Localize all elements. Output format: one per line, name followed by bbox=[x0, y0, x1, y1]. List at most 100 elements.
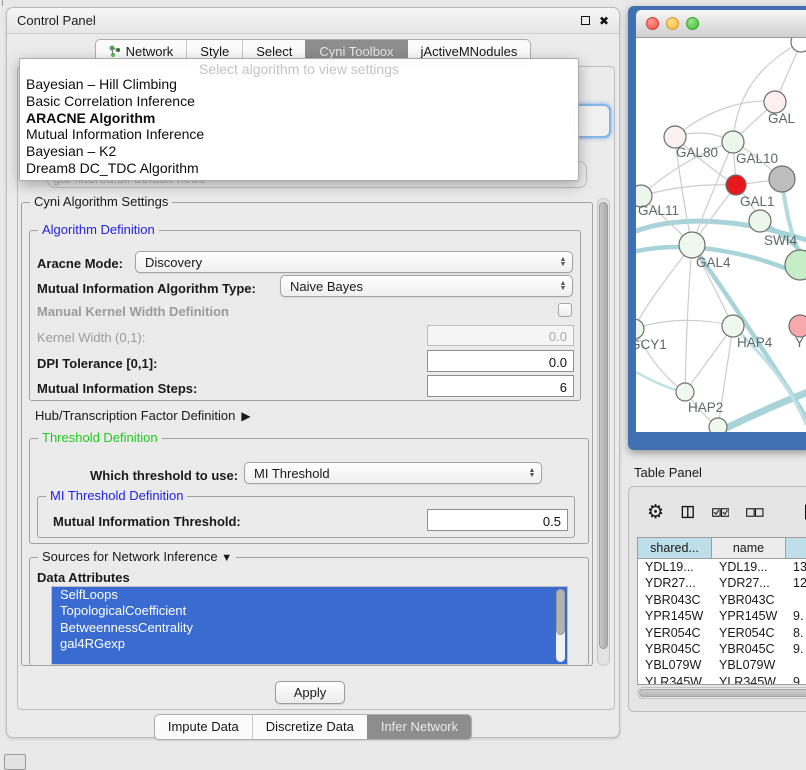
close-traffic-icon[interactable] bbox=[646, 17, 659, 30]
bottom-tab-discretize-data[interactable]: Discretize Data bbox=[252, 715, 367, 739]
tab-label: Network bbox=[126, 44, 174, 59]
network-edge[interactable] bbox=[636, 245, 692, 329]
mi-threshold-label: Mutual Information Threshold: bbox=[53, 514, 241, 529]
aracne-mode-combo[interactable]: Discovery ▲▼ bbox=[135, 251, 573, 273]
manual-kernel-checkbox[interactable] bbox=[558, 303, 572, 317]
node-hap2[interactable] bbox=[676, 383, 694, 401]
table-cell: YDL19... bbox=[712, 559, 786, 575]
attribute-item-selected[interactable]: BetweennessCentrality bbox=[52, 620, 567, 636]
algorithm-option[interactable]: ARACNE Algorithm bbox=[20, 110, 578, 127]
network-edge[interactable] bbox=[685, 245, 692, 392]
bottom-tab-bar: Impute Data Discretize Data Infer Network bbox=[7, 714, 619, 740]
clipped-corner-button[interactable] bbox=[4, 754, 26, 770]
table-cell: YDL19... bbox=[638, 559, 712, 575]
bottom-tab-infer-network[interactable]: Infer Network bbox=[367, 715, 471, 739]
attribute-item-selected[interactable]: TopologicalCoefficient bbox=[52, 603, 567, 619]
checked-checkboxes-icon[interactable] bbox=[712, 506, 730, 519]
attribute-item-selected[interactable]: gal4RGexp bbox=[52, 636, 567, 652]
settings-vertical-scrollbar[interactable] bbox=[597, 198, 610, 666]
node-top-partial[interactable] bbox=[791, 38, 806, 52]
column-header[interactable]: A bbox=[786, 538, 806, 558]
kernel-width-field bbox=[427, 325, 574, 346]
network-graph[interactable]: GALGAL80GAL10GAL1GAL11SWI4GAL4HAP4YGCY1H… bbox=[636, 38, 806, 432]
float-window-icon[interactable] bbox=[581, 16, 590, 25]
node-bottom-partial[interactable] bbox=[709, 418, 727, 432]
table-row[interactable]: YBR045CYBR045C9. bbox=[638, 641, 806, 657]
control-panel-window: Control Panel ✖ NetworkStyleSelectCyni T… bbox=[6, 7, 620, 738]
table-row[interactable]: YLR345WYLR345W9. bbox=[638, 674, 806, 685]
sources-title-text: Sources for Network Inference bbox=[42, 549, 218, 564]
node-gal80-label: GAL80 bbox=[676, 145, 718, 160]
mi-type-label: Mutual Information Algorithm Type: bbox=[37, 281, 256, 296]
which-threshold-combo[interactable]: MI Threshold ▲▼ bbox=[244, 462, 542, 484]
unchecked-checkboxes-icon[interactable] bbox=[746, 506, 764, 519]
scrollbar-thumb[interactable] bbox=[639, 689, 806, 697]
node-gray[interactable] bbox=[769, 166, 795, 192]
algorithm-option[interactable]: Dream8 DC_TDC Algorithm bbox=[20, 160, 578, 177]
dpi-tolerance-field[interactable] bbox=[427, 350, 574, 372]
which-threshold-value: MI Threshold bbox=[254, 466, 330, 481]
algorithm-option[interactable]: Mutual Information Inference bbox=[20, 126, 578, 143]
data-attributes-list[interactable]: SelfLoopsTopologicalCoefficientBetweenne… bbox=[51, 586, 568, 665]
network-edge[interactable] bbox=[675, 101, 775, 137]
tab-label: Discretize Data bbox=[266, 719, 354, 734]
node-pink-y[interactable] bbox=[789, 315, 806, 337]
table-cell: 8. bbox=[786, 625, 806, 641]
node-swi4[interactable] bbox=[749, 210, 771, 232]
table-cell: 9. bbox=[786, 674, 806, 685]
table-horizontal-scrollbar[interactable] bbox=[637, 687, 806, 699]
table-row[interactable]: YPR145WYPR145W9. bbox=[638, 608, 806, 624]
zoom-traffic-icon[interactable] bbox=[686, 17, 699, 30]
mi-type-combo[interactable]: Naive Bayes ▲▼ bbox=[280, 275, 573, 297]
table-row[interactable]: YDR27...YDR27...12 bbox=[638, 575, 806, 591]
network-edge[interactable] bbox=[685, 326, 733, 392]
node-hap4[interactable] bbox=[722, 315, 744, 337]
collapse-down-icon[interactable]: ▼ bbox=[221, 552, 232, 564]
tab-label: jActiveMNodules bbox=[421, 44, 518, 59]
node-gcy1[interactable] bbox=[636, 319, 644, 339]
node-gal-partial[interactable] bbox=[764, 91, 786, 113]
attribute-item-selected[interactable]: SelfLoops bbox=[52, 587, 567, 603]
mi-threshold-field[interactable] bbox=[427, 509, 568, 531]
table-panel-title: Table Panel bbox=[634, 465, 702, 480]
expand-right-icon[interactable]: ▶ bbox=[241, 409, 250, 423]
split-columns-icon[interactable] bbox=[681, 502, 695, 522]
column-header[interactable]: name bbox=[712, 538, 786, 558]
bottom-tab-impute-data[interactable]: Impute Data bbox=[155, 715, 252, 739]
column-header[interactable]: shared... bbox=[638, 538, 712, 558]
apply-button[interactable]: Apply bbox=[275, 681, 345, 704]
node-table[interactable]: shared...nameA YDL19...YDL19...13YDR27..… bbox=[637, 537, 806, 685]
algorithm-option[interactable]: Bayesian – Hill Climbing bbox=[20, 76, 578, 93]
network-edge[interactable] bbox=[636, 320, 733, 329]
node-gal1-label: GAL1 bbox=[740, 194, 775, 209]
node-green-partial[interactable] bbox=[785, 250, 806, 280]
table-row[interactable]: YDL19...YDL19...13 bbox=[638, 559, 806, 575]
close-icon[interactable]: ✖ bbox=[599, 15, 609, 27]
table-row[interactable]: YBL079WYBL079W bbox=[638, 657, 806, 673]
scrollbar-thumb[interactable] bbox=[599, 202, 608, 649]
hub-definition-toggle[interactable]: Hub/Transcription Factor Definition▶ bbox=[35, 408, 251, 423]
algorithm-option[interactable]: Basic Correlation Inference bbox=[20, 93, 578, 110]
minimize-traffic-icon[interactable] bbox=[666, 17, 679, 30]
table-row[interactable]: YBR043CYBR043C bbox=[638, 592, 806, 608]
table-toolbar: ⚙ bbox=[637, 499, 806, 525]
table-row[interactable]: YER054CYER054C8. bbox=[638, 625, 806, 641]
network-edge[interactable] bbox=[641, 185, 736, 196]
settings-gear-icon[interactable]: ⚙ bbox=[647, 503, 664, 522]
node-gal10[interactable] bbox=[722, 131, 744, 153]
node-gal1[interactable] bbox=[726, 175, 746, 195]
network-canvas[interactable]: GALGAL80GAL10GAL1GAL11SWI4GAL4HAP4YGCY1H… bbox=[636, 38, 806, 432]
network-edge[interactable] bbox=[733, 42, 801, 142]
tab-label: Cyni Toolbox bbox=[319, 44, 393, 59]
algorithm-option[interactable]: Bayesian – K2 bbox=[20, 143, 578, 160]
scrollbar-thumb[interactable] bbox=[556, 589, 565, 635]
manual-kernel-label: Manual Kernel Width Definition bbox=[37, 304, 229, 319]
mi-steps-field[interactable] bbox=[427, 375, 574, 397]
table-cell bbox=[786, 657, 806, 673]
table-cell: YPR145W bbox=[638, 608, 712, 624]
combo-stepper-icon: ▲▼ bbox=[523, 463, 541, 483]
node-hap2-label: HAP2 bbox=[688, 400, 723, 415]
table-cell: YPR145W bbox=[712, 608, 786, 624]
attribute-item-clipped bbox=[52, 652, 567, 665]
list-vertical-scrollbar[interactable] bbox=[556, 589, 565, 662]
